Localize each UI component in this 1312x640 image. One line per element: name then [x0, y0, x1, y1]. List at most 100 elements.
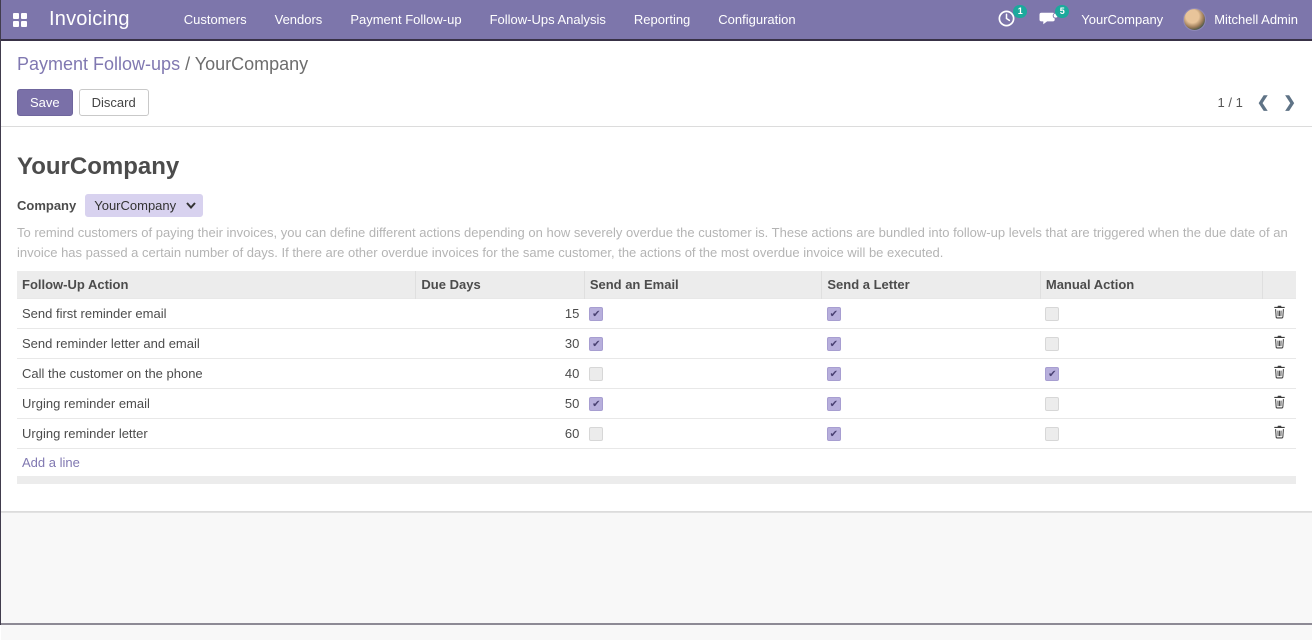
cell-send-email: ✔ — [584, 329, 822, 359]
table-footer-bar — [17, 476, 1296, 484]
delete-row-button[interactable] — [1273, 395, 1286, 409]
save-button[interactable]: Save — [17, 89, 73, 116]
header-due-days: Due Days — [416, 271, 584, 299]
cell-due-days[interactable]: 50 — [416, 389, 584, 419]
cell-delete — [1263, 299, 1296, 329]
cell-due-days[interactable]: 60 — [416, 419, 584, 449]
manual-action-checkbox[interactable] — [1045, 337, 1059, 351]
cell-followup-action[interactable]: Urging reminder letter — [17, 419, 416, 449]
menu-customers[interactable]: Customers — [170, 0, 261, 40]
pager-prev-icon[interactable]: ❮ — [1257, 95, 1270, 110]
cell-delete — [1263, 389, 1296, 419]
trash-icon — [1273, 335, 1286, 349]
send-email-checkbox[interactable]: ✔ — [589, 337, 603, 351]
send-email-checkbox[interactable] — [589, 367, 603, 381]
cell-manual-action: ✔ — [1040, 359, 1263, 389]
activity-count-badge: 1 — [1013, 5, 1027, 18]
user-menu[interactable]: Mitchell Admin — [1183, 8, 1298, 31]
avatar — [1183, 8, 1206, 31]
cell-delete — [1263, 329, 1296, 359]
manual-action-checkbox[interactable] — [1045, 427, 1059, 441]
manual-action-checkbox[interactable]: ✔ — [1045, 367, 1059, 381]
table-row: Urging reminder letter60 ✔ — [17, 419, 1296, 449]
company-select[interactable]: YourCompany — [85, 194, 203, 217]
delete-row-button[interactable] — [1273, 425, 1286, 439]
send-letter-checkbox[interactable]: ✔ — [827, 337, 841, 351]
header-send-email: Send an Email — [584, 271, 822, 299]
cell-followup-action[interactable]: Urging reminder email — [17, 389, 416, 419]
pager-value: 1 / 1 — [1218, 95, 1243, 110]
cell-followup-action[interactable]: Send reminder letter and email — [17, 329, 416, 359]
pager-next-icon[interactable]: ❯ — [1283, 95, 1296, 110]
cell-send-email: ✔ — [584, 299, 822, 329]
delete-row-button[interactable] — [1273, 335, 1286, 349]
apps-grid-square — [13, 21, 19, 27]
manual-action-checkbox[interactable] — [1045, 307, 1059, 321]
header-trash-spacer — [1263, 271, 1296, 299]
menu-configuration[interactable]: Configuration — [704, 0, 809, 40]
apps-grid-square — [21, 13, 27, 19]
pager: 1 / 1 ❮ ❯ — [1218, 95, 1296, 110]
table-row: Urging reminder email50 ✔ ✔ — [17, 389, 1296, 419]
cell-delete — [1263, 419, 1296, 449]
apps-grid-square — [21, 21, 27, 27]
menu-payment-follow-up[interactable]: Payment Follow-up — [336, 0, 475, 40]
send-letter-checkbox[interactable]: ✔ — [827, 427, 841, 441]
cell-due-days[interactable]: 30 — [416, 329, 584, 359]
user-name: Mitchell Admin — [1214, 12, 1298, 27]
menu-vendors[interactable]: Vendors — [261, 0, 337, 40]
cell-send-email: ✔ — [584, 389, 822, 419]
message-count-badge: 5 — [1055, 5, 1069, 18]
cell-due-days[interactable]: 40 — [416, 359, 584, 389]
navbar-menu: CustomersVendorsPayment Follow-upFollow-… — [170, 0, 810, 40]
trash-icon — [1273, 305, 1286, 319]
breadcrumb-current: YourCompany — [195, 54, 308, 74]
followup-table: Follow-Up Action Due Days Send an Email … — [17, 271, 1296, 476]
manual-action-checkbox[interactable] — [1045, 397, 1059, 411]
send-email-checkbox[interactable] — [589, 427, 603, 441]
apps-grid-icon[interactable] — [13, 13, 27, 27]
menu-reporting[interactable]: Reporting — [620, 0, 704, 40]
cell-send-email — [584, 359, 822, 389]
delete-row-button[interactable] — [1273, 305, 1286, 319]
cell-delete — [1263, 359, 1296, 389]
send-letter-checkbox[interactable]: ✔ — [827, 397, 841, 411]
cell-manual-action — [1040, 299, 1263, 329]
trash-icon — [1273, 365, 1286, 379]
cell-due-days[interactable]: 15 — [416, 299, 584, 329]
header-followup-action: Follow-Up Action — [17, 271, 416, 299]
app-title[interactable]: Invoicing — [49, 8, 130, 31]
send-email-checkbox[interactable]: ✔ — [589, 397, 603, 411]
table-row: Call the customer on the phone40 ✔ ✔ — [17, 359, 1296, 389]
cell-send-letter: ✔ — [822, 359, 1041, 389]
cell-send-letter: ✔ — [822, 389, 1041, 419]
company-switcher[interactable]: YourCompany — [1081, 12, 1163, 27]
cell-followup-action[interactable]: Send first reminder email — [17, 299, 416, 329]
delete-row-button[interactable] — [1273, 365, 1286, 379]
trash-icon — [1273, 425, 1286, 439]
form-sheet: YourCompany Company YourCompany To remin… — [1, 127, 1312, 512]
followup-help-text: To remind customers of paying their invo… — [17, 223, 1296, 262]
breadcrumb-parent-link[interactable]: Payment Follow-ups — [17, 54, 180, 74]
cell-manual-action — [1040, 419, 1263, 449]
company-field-label: Company — [17, 198, 76, 213]
control-panel: Payment Follow-ups / YourCompany Save Di… — [1, 41, 1312, 127]
table-row: Send first reminder email15 ✔ ✔ — [17, 299, 1296, 329]
send-letter-checkbox[interactable]: ✔ — [827, 307, 841, 321]
send-email-checkbox[interactable]: ✔ — [589, 307, 603, 321]
cell-followup-action[interactable]: Call the customer on the phone — [17, 359, 416, 389]
add-a-line-link[interactable]: Add a line — [22, 455, 80, 470]
discard-button[interactable]: Discard — [79, 89, 149, 116]
messages-button[interactable]: 5 — [1039, 9, 1061, 31]
breadcrumb: Payment Follow-ups / YourCompany — [17, 53, 1296, 75]
menu-follow-ups-analysis[interactable]: Follow-Ups Analysis — [476, 0, 620, 40]
send-letter-checkbox[interactable]: ✔ — [827, 367, 841, 381]
cell-send-letter: ✔ — [822, 329, 1041, 359]
cell-send-email — [584, 419, 822, 449]
page-background — [1, 512, 1312, 640]
cell-send-letter: ✔ — [822, 299, 1041, 329]
apps-grid-square — [13, 13, 19, 19]
header-send-letter: Send a Letter — [822, 271, 1041, 299]
activities-button[interactable]: 1 — [997, 9, 1019, 31]
table-row: Send reminder letter and email30 ✔ ✔ — [17, 329, 1296, 359]
